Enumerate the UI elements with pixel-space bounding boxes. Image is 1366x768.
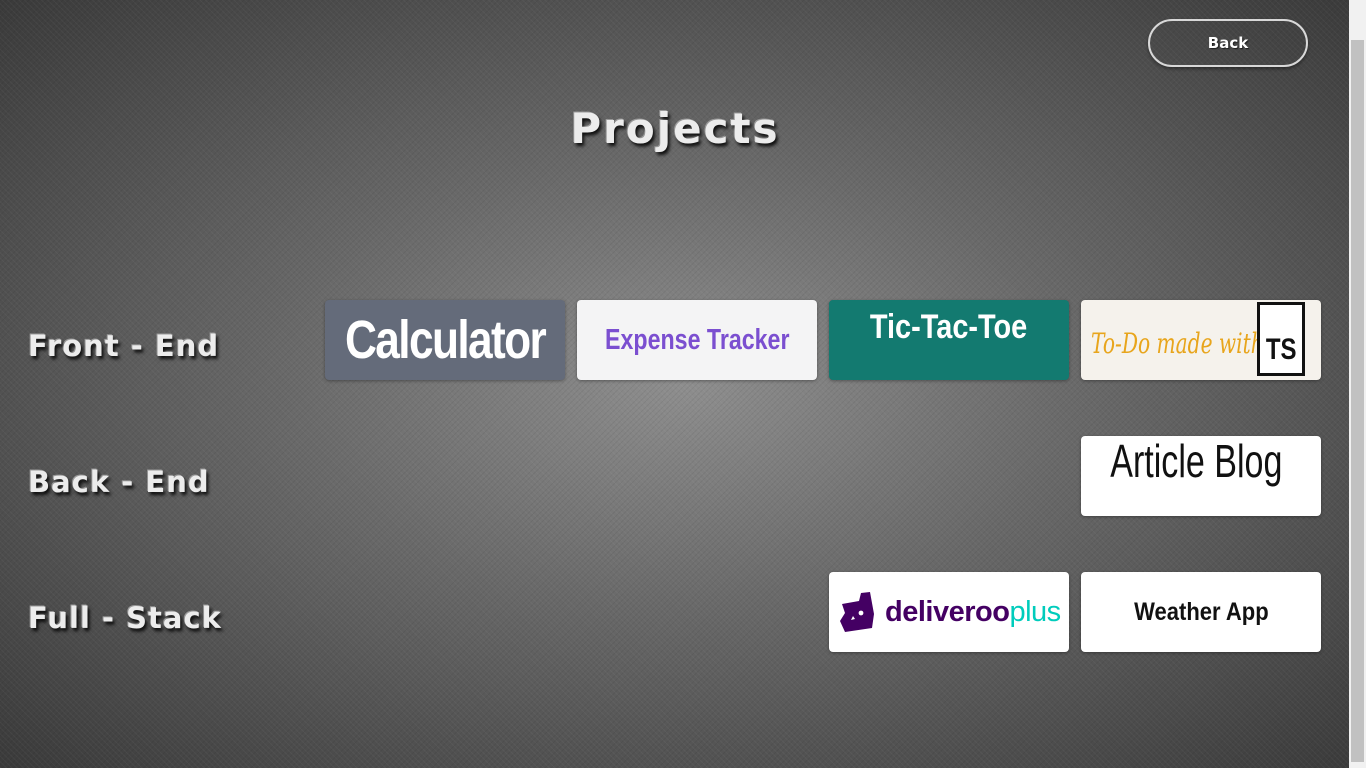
- expense-tracker-title: Expense Tracker: [604, 323, 790, 356]
- project-card-tic-tac-toe[interactable]: Tic-Tac-Toe: [829, 300, 1069, 380]
- calculator-title: Calculator: [344, 310, 547, 370]
- page-title: Projects: [570, 104, 780, 153]
- weather-app-title: Weather App: [1133, 597, 1269, 626]
- project-card-todo[interactable]: To-Do made with TS: [1081, 300, 1321, 380]
- back-button[interactable]: Back: [1148, 19, 1308, 67]
- todo-title: To-Do made with: [1091, 326, 1264, 360]
- scrollbar-thumb[interactable]: [1351, 40, 1364, 762]
- project-card-weather-app[interactable]: Weather App: [1081, 572, 1321, 652]
- category-label-front-end: Front - End: [28, 329, 220, 363]
- deliveroo-wordmark-main: deliveroo: [885, 595, 1010, 628]
- project-card-calculator[interactable]: Calculator: [325, 300, 565, 380]
- article-blog-title: Article Blog: [1109, 436, 1283, 487]
- project-card-deliveroo-plus[interactable]: deliverooplus: [829, 572, 1069, 652]
- vertical-scrollbar[interactable]: [1349, 0, 1366, 768]
- ts-badge-icon: TS: [1257, 302, 1305, 376]
- deliveroo-wordmark-plus: plus: [1009, 595, 1061, 628]
- ts-badge-label: TS: [1265, 333, 1297, 366]
- deliveroo-wordmark: deliverooplus: [885, 596, 1061, 629]
- project-card-article-blog[interactable]: Article Blog: [1081, 436, 1321, 516]
- category-label-back-end: Back - End: [28, 465, 210, 499]
- kangaroo-logo-icon: [840, 592, 874, 632]
- tic-tac-toe-title: Tic-Tac-Toe: [870, 308, 1028, 346]
- category-label-full-stack: Full - Stack: [28, 601, 222, 635]
- project-card-expense-tracker[interactable]: Expense Tracker: [577, 300, 817, 380]
